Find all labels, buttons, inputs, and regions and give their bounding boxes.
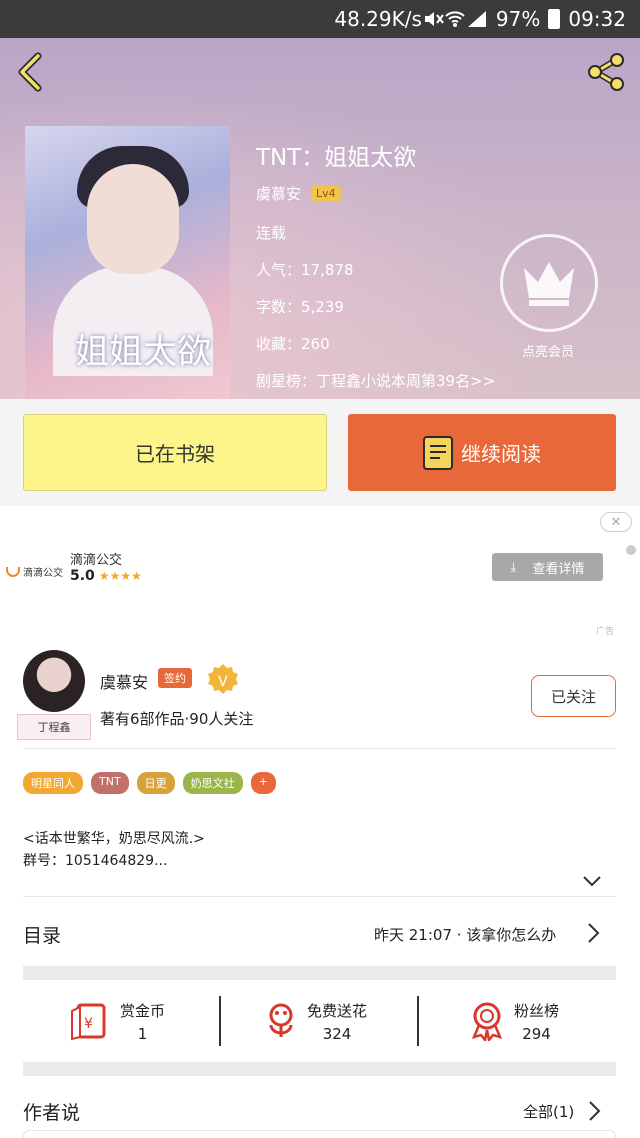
book-icon xyxy=(423,435,453,470)
chevron-right-icon[interactable] xyxy=(588,1100,602,1122)
author-section: 丁程鑫 虞慕安 签约 V 著有6部作品·90人关注 已关注 明星同人 TNT 日… xyxy=(0,642,640,967)
tag-ming-xing-tong-ren[interactable]: 明星同人 xyxy=(23,772,83,794)
divider xyxy=(219,996,221,1046)
author-says-card[interactable] xyxy=(23,1130,616,1138)
action-bar: 已在书架 继续阅读 xyxy=(0,399,640,506)
wifi-icon xyxy=(445,11,465,27)
book-title: TNT：姐姐太欲 xyxy=(256,145,417,171)
mute-icon xyxy=(424,12,444,26)
ad-brand: 滴滴公交 xyxy=(23,568,63,579)
didi-logo-icon xyxy=(6,566,20,577)
divider xyxy=(23,896,616,897)
divider xyxy=(23,748,616,749)
stat-value: 1 xyxy=(137,1024,148,1043)
divider xyxy=(417,996,419,1046)
stat-label: 赏金币 xyxy=(120,1001,166,1020)
tag-ri-geng[interactable]: 日更 xyxy=(136,772,175,794)
level-badge: Lv4 xyxy=(311,186,341,201)
continue-reading-label: 继续阅读 xyxy=(461,442,541,466)
chevron-right-icon[interactable] xyxy=(587,922,601,944)
vip-label: 点亮会员 xyxy=(522,345,575,360)
ad-logo: 滴滴公交 xyxy=(6,564,63,579)
avatar[interactable] xyxy=(23,650,85,712)
popularity: 人气：17,878 xyxy=(256,261,354,279)
ad-rating: 5.0 ★★★★ xyxy=(70,568,142,584)
free-flowers[interactable]: 免费送花 324 xyxy=(263,996,367,1046)
serial-status: 连载 xyxy=(256,224,287,242)
cover-figure-face xyxy=(87,164,179,274)
share-icon[interactable] xyxy=(584,52,628,92)
follow-button[interactable]: 已关注 xyxy=(531,675,616,717)
favorites-count: 收藏：260 xyxy=(256,335,330,353)
crown-icon xyxy=(524,262,574,306)
flower-icon xyxy=(269,1003,293,1037)
continue-reading-button[interactable]: 继续阅读 xyxy=(348,414,616,491)
ad-details-button[interactable]: ⤓ 查看详情 xyxy=(492,553,603,581)
author-says-label: 作者说 xyxy=(23,1102,81,1124)
intro-line-1: <话本世繁华，奶思尽风流.> xyxy=(23,831,205,847)
author-says-all[interactable]: 全部(1) xyxy=(523,1101,574,1122)
battery-level: 97% xyxy=(495,7,541,31)
network-speed: 48.29K/s xyxy=(334,7,422,31)
star-icons: ★★★★ xyxy=(98,569,142,583)
in-shelf-button[interactable]: 已在书架 xyxy=(23,414,327,491)
author-description: 著有6部作品·90人关注 xyxy=(100,710,254,728)
vip-button[interactable] xyxy=(500,234,598,332)
ad-details-label: 查看详情 xyxy=(532,561,585,577)
stat-value: 294 xyxy=(522,1024,551,1043)
download-icon: ⤓ xyxy=(510,559,517,575)
clock: 09:32 xyxy=(568,7,626,31)
ad-app-name: 滴滴公交 xyxy=(70,553,123,568)
verified-icon: V xyxy=(208,664,238,694)
ad-indicator xyxy=(626,545,636,555)
section-gap xyxy=(23,966,616,980)
word-count: 字数：5,239 xyxy=(256,298,344,316)
tag-tnt[interactable]: TNT xyxy=(91,772,129,794)
book-author-row[interactable]: 虞慕安 Lv4 xyxy=(256,183,341,204)
intro-line-2: 群号：1051464829... xyxy=(23,853,168,869)
ad-score: 5.0 xyxy=(70,568,95,584)
svg-text:¥: ¥ xyxy=(84,1016,93,1032)
stat-label: 免费送花 xyxy=(307,1001,368,1020)
status-bar: 48.29K/s 97% 09:32 xyxy=(0,0,640,38)
book-cover[interactable]: 姐姐太欲 xyxy=(25,126,230,399)
stat-value: 324 xyxy=(322,1024,352,1043)
back-icon[interactable] xyxy=(12,52,48,92)
stats-bar: ¥ 赏金币 1 免费送花 324 粉丝榜 294 xyxy=(0,980,640,1062)
book-author: 虞慕安 xyxy=(256,185,302,203)
tag-list: 明星同人 TNT 日更 奶思文社 + xyxy=(23,772,284,794)
ad-banner[interactable]: ✕ 滴滴公交 滴滴公交 5.0 ★★★★ ⤓ 查看详情 广告 xyxy=(0,506,640,642)
toc-label[interactable]: 目录 xyxy=(23,921,61,948)
close-icon[interactable]: ✕ xyxy=(600,512,632,532)
stat-label: 粉丝榜 xyxy=(514,1001,560,1020)
reward-coins[interactable]: ¥ 赏金币 1 xyxy=(70,996,165,1046)
chevron-down-icon[interactable] xyxy=(582,874,602,888)
fan-ranking[interactable]: 粉丝榜 294 xyxy=(468,996,559,1046)
avatar-tag: 丁程鑫 xyxy=(17,714,91,740)
signed-badge: 签约 xyxy=(158,668,192,688)
section-gap xyxy=(23,1062,616,1076)
latest-chapter[interactable]: 昨天 21:07 · 该拿你怎么办 xyxy=(374,924,556,945)
signal-icon xyxy=(467,11,486,27)
red-envelope-icon: ¥ xyxy=(71,1003,106,1041)
medal-icon xyxy=(471,1002,503,1041)
author-name[interactable]: 虞慕安 xyxy=(100,669,148,693)
tag-add-button[interactable]: + xyxy=(250,772,276,794)
svg-text:V: V xyxy=(218,674,228,690)
tag-nai-si-wen-she[interactable]: 奶思文社 xyxy=(182,772,243,794)
cover-title: 姐姐太欲 xyxy=(75,332,211,372)
battery-icon xyxy=(548,9,561,29)
ad-mark: 广告 xyxy=(596,627,615,637)
ranking-link[interactable]: 剧星榜：丁程鑫小说本周第39名>> xyxy=(256,370,495,391)
